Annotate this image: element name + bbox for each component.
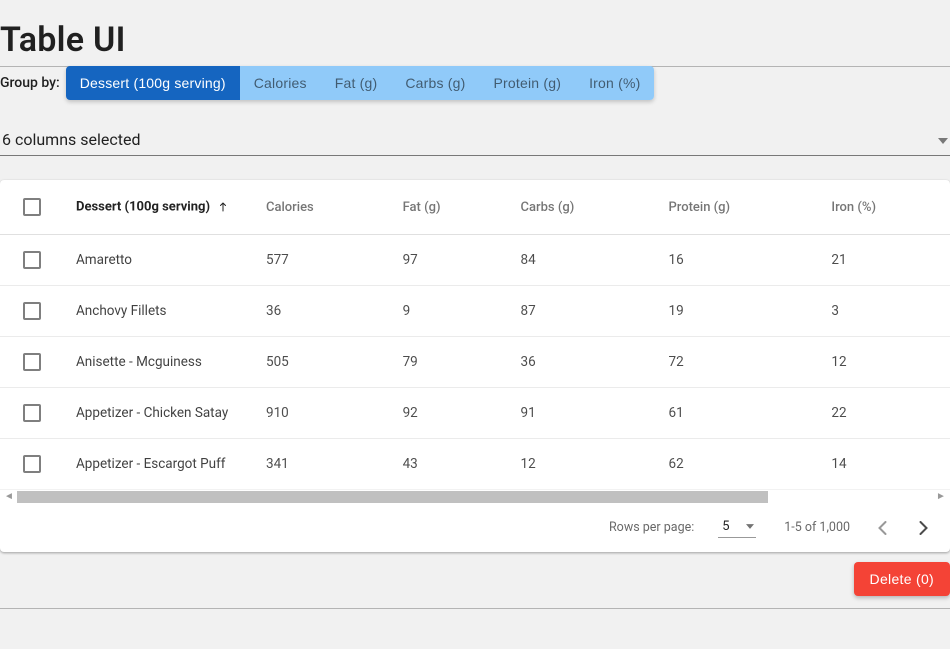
cell-carbs: 87 [509,286,657,337]
page-title: Table UI [0,20,950,60]
table-row: Appetizer - Escargot Puff 341 43 12 62 1… [0,439,950,490]
next-page-button[interactable] [919,520,928,535]
cell-iron: 3 [819,286,950,337]
cell-calories: 36 [254,286,391,337]
row-checkbox[interactable] [23,455,41,473]
horizontal-scrollbar[interactable]: ◄ ► [0,489,950,503]
scroll-right-icon[interactable]: ► [935,491,947,502]
cell-calories: 341 [254,439,391,490]
table-row: Amaretto 577 97 84 16 21 [0,235,950,286]
chevron-down-icon [938,130,948,149]
cell-fat: 92 [391,388,509,439]
table-row: Anisette - Mcguiness 505 79 36 72 12 [0,337,950,388]
cell-fat: 97 [391,235,509,286]
group-by-row: Group by: Dessert (100g serving) Calorie… [0,66,950,100]
column-header-carbs[interactable]: Carbs (g) [509,180,657,235]
group-by-option-protein[interactable]: Protein (g) [480,66,576,100]
cell-calories: 577 [254,235,391,286]
table-row: Anchovy Fillets 36 9 87 19 3 [0,286,950,337]
column-selector[interactable]: 6 columns selected [0,126,950,156]
column-header-iron[interactable]: Iron (%) [819,180,950,235]
pagination-arrows [878,520,928,535]
divider [0,608,950,609]
cell-protein: 61 [656,388,819,439]
header-checkbox-cell [0,180,64,235]
delete-button[interactable]: Delete (0) [854,562,950,596]
column-selector-text: 6 columns selected [2,130,141,149]
data-table: Dessert (100g serving) Calories Fat (g) … [0,180,950,489]
cell-iron: 14 [819,439,950,490]
column-header-protein[interactable]: Protein (g) [656,180,819,235]
select-all-checkbox[interactable] [23,198,41,216]
column-header-label: Dessert (100g serving) [76,199,210,214]
cell-protein: 16 [656,235,819,286]
cell-protein: 62 [656,439,819,490]
cell-protein: 72 [656,337,819,388]
cell-name: Anisette - Mcguiness [64,337,254,388]
group-by-label: Group by: [0,75,66,91]
rows-per-page: Rows per page: 5 [609,517,756,538]
cell-carbs: 36 [509,337,657,388]
column-header-fat[interactable]: Fat (g) [391,180,509,235]
cell-iron: 12 [819,337,950,388]
column-header-dessert[interactable]: Dessert (100g serving) [64,180,254,235]
action-row: Delete (0) [0,562,950,602]
data-table-card: Dessert (100g serving) Calories Fat (g) … [0,180,950,552]
cell-carbs: 12 [509,439,657,490]
prev-page-button[interactable] [878,520,887,535]
table-row: Appetizer - Chicken Satay 910 92 91 61 2… [0,388,950,439]
cell-carbs: 91 [509,388,657,439]
column-header-calories[interactable]: Calories [254,180,391,235]
cell-carbs: 84 [509,235,657,286]
cell-calories: 910 [254,388,391,439]
group-by-toggle: Dessert (100g serving) Calories Fat (g) … [66,66,655,100]
table-header-row: Dessert (100g serving) Calories Fat (g) … [0,180,950,235]
group-by-option-carbs[interactable]: Carbs (g) [391,66,479,100]
cell-name: Amaretto [64,235,254,286]
cell-name: Anchovy Fillets [64,286,254,337]
cell-fat: 9 [391,286,509,337]
pagination-range: 1-5 of 1,000 [784,520,850,535]
cell-name: Appetizer - Escargot Puff [64,439,254,490]
sort-asc-icon [217,199,229,215]
scrollbar-track[interactable] [17,491,933,503]
rows-per-page-label: Rows per page: [609,520,694,535]
cell-protein: 19 [656,286,819,337]
row-checkbox[interactable] [23,353,41,371]
cell-iron: 21 [819,235,950,286]
chevron-down-icon [746,519,754,534]
row-checkbox[interactable] [23,302,41,320]
cell-fat: 79 [391,337,509,388]
group-by-option-calories[interactable]: Calories [240,66,321,100]
row-checkbox[interactable] [23,251,41,269]
scroll-left-icon[interactable]: ◄ [3,491,15,502]
cell-fat: 43 [391,439,509,490]
group-by-option-dessert[interactable]: Dessert (100g serving) [66,66,240,100]
cell-iron: 22 [819,388,950,439]
rows-per-page-value: 5 [722,519,729,534]
cell-name: Appetizer - Chicken Satay [64,388,254,439]
rows-per-page-select[interactable]: 5 [718,517,756,538]
group-by-option-fat[interactable]: Fat (g) [321,66,392,100]
scrollbar-thumb[interactable] [17,491,768,503]
row-checkbox[interactable] [23,404,41,422]
cell-calories: 505 [254,337,391,388]
pagination: Rows per page: 5 1-5 of 1,000 [0,503,950,552]
group-by-option-iron[interactable]: Iron (%) [575,66,654,100]
